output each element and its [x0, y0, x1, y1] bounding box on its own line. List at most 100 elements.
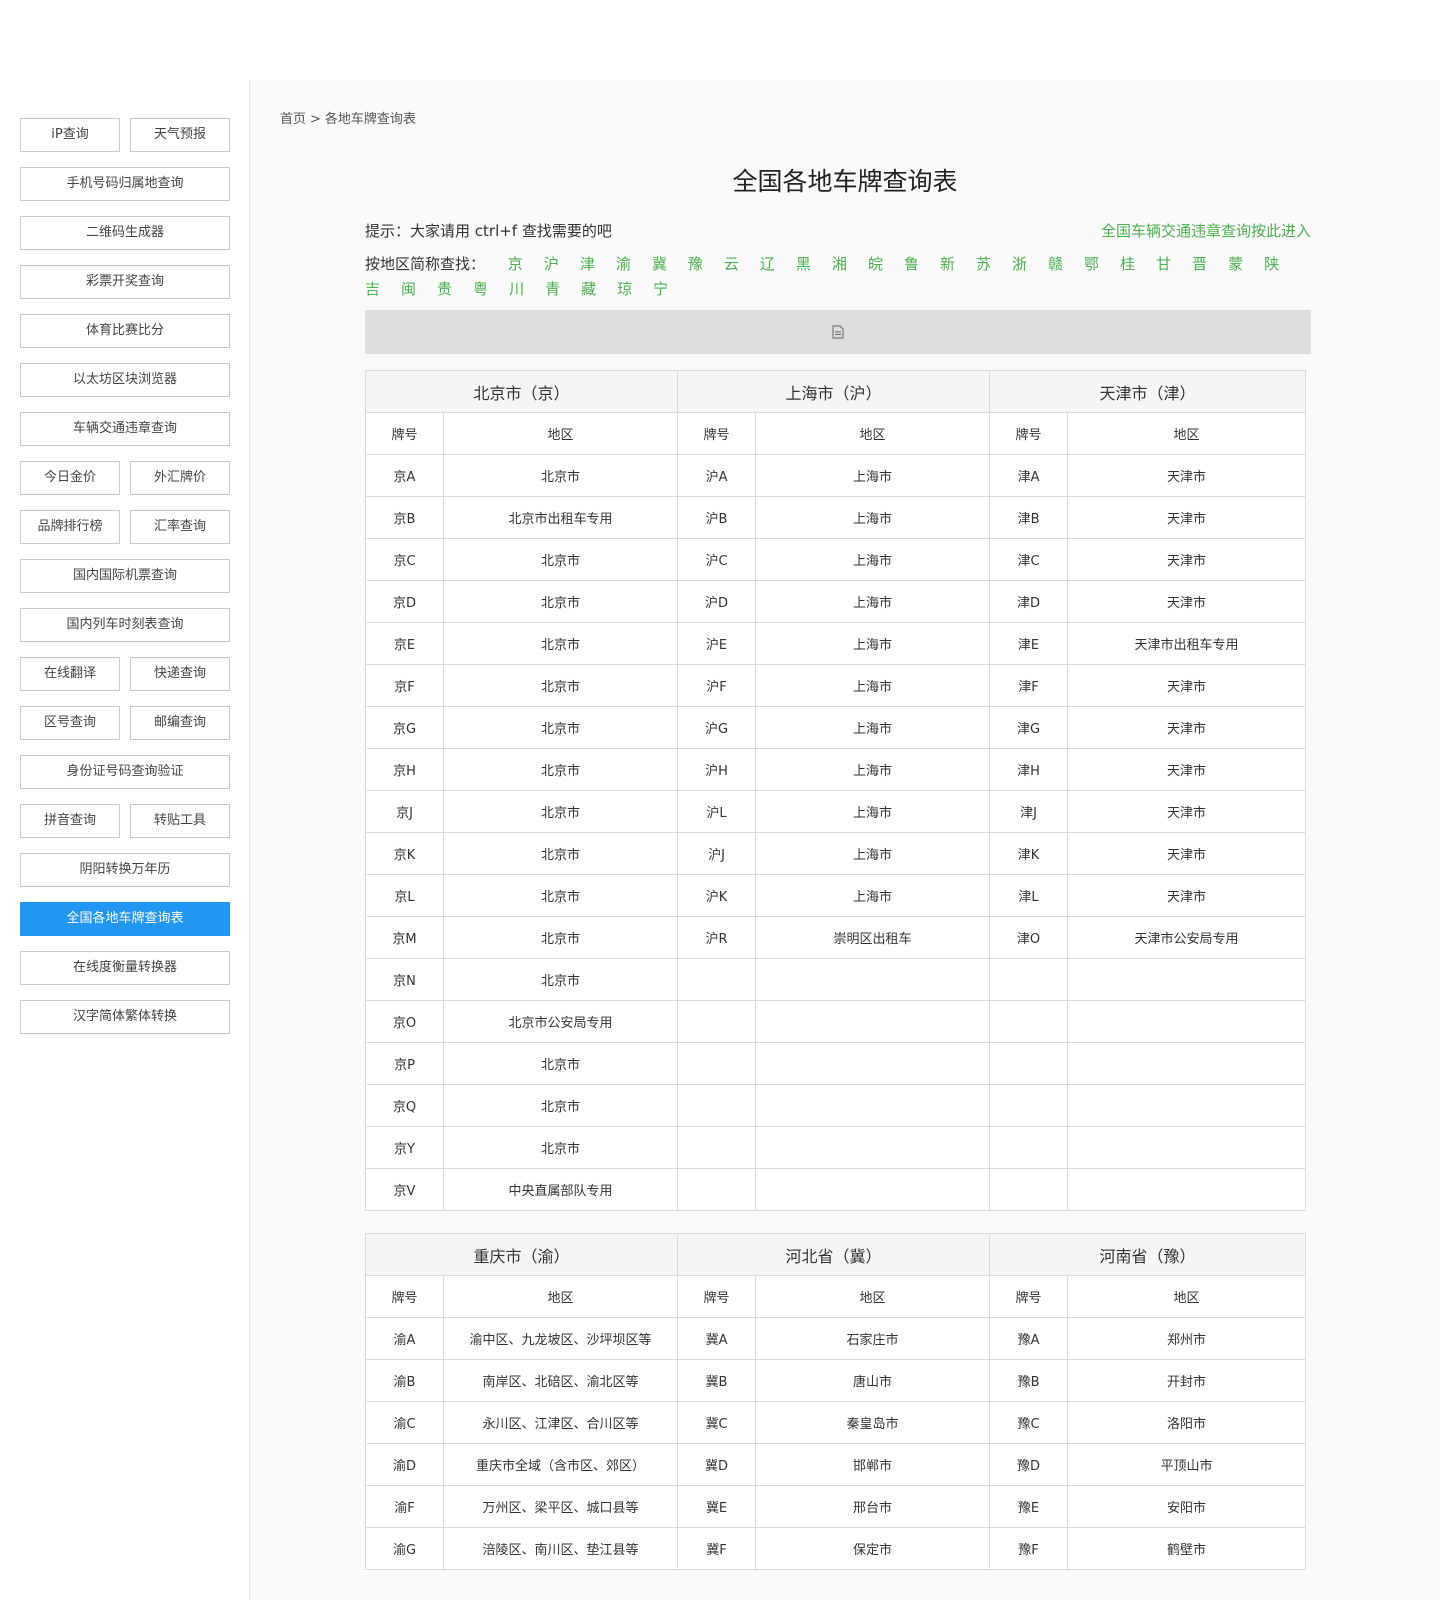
region-abbreviation-link[interactable]: 黑 [796, 252, 811, 277]
region-abbreviation-link[interactable]: 津 [580, 252, 595, 277]
sidebar-link[interactable]: 在线度衡量转换器 [20, 951, 230, 985]
plate-cell: 冀F [677, 1527, 757, 1570]
plate-cell: 津H [989, 748, 1069, 791]
area-cell [755, 1000, 991, 1043]
area-cell [1067, 1126, 1307, 1169]
plate-cell: 渝F [365, 1485, 444, 1528]
plate-cell: 津K [989, 832, 1069, 875]
region-abbreviation-link[interactable]: 苏 [976, 252, 991, 277]
sidebar-link[interactable]: 汉字简体繁体转换 [20, 1000, 230, 1034]
region-abbreviation-link[interactable]: 冀 [652, 252, 667, 277]
plate-cell [989, 1042, 1069, 1085]
sidebar-row: 品牌排行榜 汇率查询 [20, 510, 230, 544]
sidebar-link[interactable]: 邮编查询 [130, 706, 230, 740]
region-abbreviation-link[interactable]: 豫 [688, 252, 703, 277]
region-abbreviation-link[interactable]: 闽 [401, 277, 416, 302]
region-abbreviation-link[interactable]: 云 [724, 252, 739, 277]
sidebar-link[interactable]: 汇率查询 [130, 510, 230, 544]
sidebar-link[interactable]: 在线翻译 [20, 657, 120, 691]
plate-cell: 京Q [365, 1084, 444, 1127]
abbreviation-label: 按地区简称查找： [365, 255, 486, 273]
sidebar-link[interactable]: 手机号码归属地查询 [20, 167, 230, 201]
region-abbreviation-link[interactable]: 浙 [1012, 252, 1027, 277]
region-abbreviation-link[interactable]: 甘 [1156, 252, 1171, 277]
region-abbreviation-link[interactable]: 辽 [760, 252, 775, 277]
area-cell: 天津市 [1067, 874, 1307, 917]
plate-cell: 冀E [677, 1485, 757, 1528]
sidebar-link[interactable]: iP查询 [20, 118, 120, 152]
region-abbreviation-link[interactable]: 湘 [832, 252, 847, 277]
sidebar-link[interactable]: 二维码生成器 [20, 216, 230, 250]
sidebar-link[interactable]: 快递查询 [130, 657, 230, 691]
sidebar-link[interactable]: 天气预报 [130, 118, 230, 152]
sidebar-link[interactable]: 身份证号码查询验证 [20, 755, 230, 789]
area-cell: 天津市 [1067, 790, 1307, 833]
region-abbreviation-link[interactable]: 琼 [617, 277, 632, 302]
area-cell: 安阳市 [1067, 1485, 1307, 1528]
violation-query-link[interactable]: 全国车辆交通违章查询按此进入 [1101, 220, 1311, 241]
region-abbreviation-link[interactable]: 晋 [1192, 252, 1207, 277]
region-header: 北京市（京） [364, 370, 679, 413]
region-abbreviation-link[interactable]: 陕 [1264, 252, 1279, 277]
region-abbreviation-nav: 按地区简称查找： 京沪津渝冀豫云辽黑湘皖鲁新苏浙赣鄂桂甘晋蒙陕吉闽贵粤川青藏琼宁 [365, 252, 1311, 302]
region-abbreviation-link[interactable]: 皖 [868, 252, 883, 277]
region-abbreviation-link[interactable]: 贵 [437, 277, 452, 302]
region-abbreviation-link[interactable]: 新 [940, 252, 955, 277]
area-cell: 北京市 [442, 538, 679, 581]
region-abbreviation-link[interactable]: 粤 [473, 277, 488, 302]
area-cell: 天津市 [1067, 580, 1307, 623]
sidebar-link[interactable]: 体育比赛比分 [20, 314, 230, 348]
breadcrumb-home[interactable]: 首页 [280, 112, 306, 127]
sidebar-link[interactable]: 品牌排行榜 [20, 510, 120, 544]
region-abbreviation-link[interactable]: 赣 [1048, 252, 1063, 277]
plate-cell: 津O [989, 916, 1069, 959]
region-abbreviation-link[interactable]: 鄂 [1084, 252, 1099, 277]
area-cell: 天津市 [1067, 496, 1307, 539]
sidebar-link[interactable]: 国内列车时刻表查询 [20, 608, 230, 642]
region-abbreviation-link[interactable]: 宁 [653, 277, 668, 302]
table-row: 京F 北京市 沪F 上海市 津F 天津市 [365, 664, 1307, 707]
plate-cell [989, 1126, 1069, 1169]
sidebar-link[interactable]: 拼音查询 [20, 804, 120, 838]
sidebar-row: 全国各地车牌查询表 [20, 902, 230, 936]
region-header: 河北省（冀） [677, 1233, 991, 1276]
region-abbreviation-link[interactable]: 桂 [1120, 252, 1135, 277]
sidebar-link[interactable]: 区号查询 [20, 706, 120, 740]
area-cell: 上海市 [755, 664, 991, 707]
plate-cell [989, 1168, 1069, 1211]
region-abbreviation-link[interactable]: 吉 [365, 277, 380, 302]
sidebar-link[interactable]: 阴阳转换万年历 [20, 853, 230, 887]
area-cell: 崇明区出租车 [755, 916, 991, 959]
plate-cell [677, 958, 757, 1001]
region-abbreviation-link[interactable]: 沪 [544, 252, 559, 277]
region-abbreviation-link[interactable]: 青 [545, 277, 560, 302]
region-abbreviation-link[interactable]: 渝 [616, 252, 631, 277]
region-abbreviation-link[interactable]: 川 [509, 277, 524, 302]
sidebar-link[interactable]: 转贴工具 [130, 804, 230, 838]
plate-cell: 京A [365, 454, 444, 497]
region-header: 重庆市（渝） [364, 1233, 679, 1276]
document-icon[interactable] [832, 325, 844, 339]
region-abbreviation-link[interactable]: 鲁 [904, 252, 919, 277]
region-abbreviation-link[interactable]: 藏 [581, 277, 596, 302]
sidebar-link[interactable]: 国内国际机票查询 [20, 559, 230, 593]
sidebar-link[interactable]: 车辆交通违章查询 [20, 412, 230, 446]
region-abbreviation-link[interactable]: 京 [508, 252, 523, 277]
sidebar-link[interactable]: 以太坊区块浏览器 [20, 363, 230, 397]
sidebar-link[interactable]: 彩票开奖查询 [20, 265, 230, 299]
sidebar-link[interactable]: 外汇牌价 [130, 461, 230, 495]
sidebar-link[interactable]: 今日金价 [20, 461, 120, 495]
plate-cell: 冀A [677, 1317, 757, 1360]
region-abbreviation-link[interactable]: 蒙 [1228, 252, 1243, 277]
plate-cell: 京C [365, 538, 444, 581]
sidebar-row: 区号查询 邮编查询 [20, 706, 230, 740]
table-row: 京A 北京市 沪A 上海市 津A 天津市 [365, 454, 1307, 497]
plate-column-header: 牌号 [989, 1275, 1069, 1318]
plate-cell: 京L [365, 874, 444, 917]
table-row: 京C 北京市 沪C 上海市 津C 天津市 [365, 538, 1307, 581]
area-cell: 北京市 [442, 916, 679, 959]
area-cell [755, 958, 991, 1001]
breadcrumb: 首页 > 各地车牌查询表 [280, 108, 420, 127]
plate-cell [989, 1000, 1069, 1043]
sidebar-link[interactable]: 全国各地车牌查询表 [20, 902, 230, 936]
